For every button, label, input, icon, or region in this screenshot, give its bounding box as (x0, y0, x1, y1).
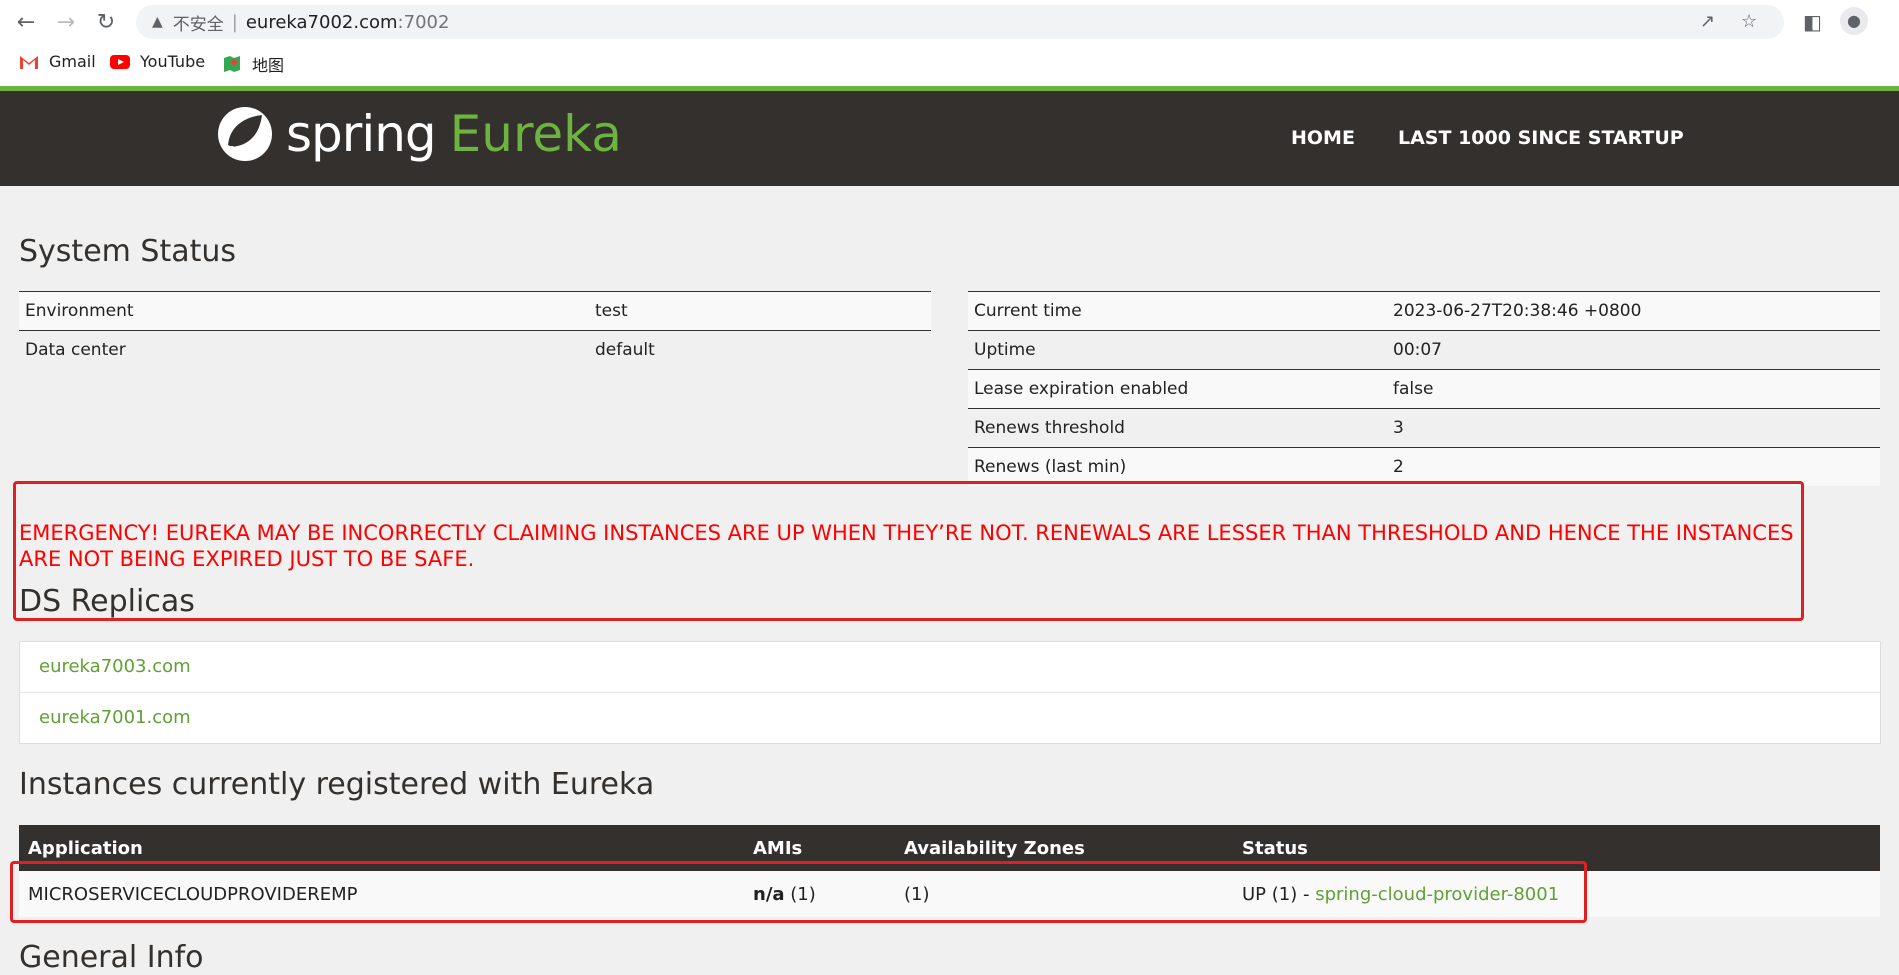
general-info-title: General Info (19, 940, 204, 975)
status-value: 2023-06-27T20:38:46 +0800 (1387, 291, 1880, 331)
status-value: default (589, 330, 931, 369)
url-port: :7002 (397, 11, 450, 33)
bookmark-label: Gmail (49, 52, 96, 71)
forward-arrow-icon[interactable]: → (52, 8, 80, 36)
insecure-label: 不安全 (172, 14, 224, 35)
status-key: Uptime (968, 330, 1387, 370)
system-status-left-table: Environment test Data center default (19, 291, 931, 369)
url-host: eureka7002.com (245, 11, 398, 33)
status-key: Renews threshold (968, 408, 1387, 448)
bookmark-star-icon[interactable]: ☆ (1741, 5, 1757, 39)
bookmark-gmail[interactable]: Gmail (19, 52, 96, 71)
profile-avatar-icon[interactable]: ● (1840, 7, 1868, 35)
reload-icon[interactable]: ↻ (92, 8, 120, 36)
warning-icon: ▲ (152, 14, 163, 30)
nav-last-1000[interactable]: LAST 1000 SINCE STARTUP (1398, 127, 1684, 149)
eureka-navbar: spring Eureka HOME LAST 1000 SINCE START… (0, 91, 1899, 186)
table-row: Uptime 00:07 (968, 330, 1880, 370)
nav-home[interactable]: HOME (1291, 127, 1355, 149)
emergency-warning: EMERGENCY! EUREKA MAY BE INCORRECTLY CLA… (19, 521, 1794, 571)
status-key: Current time (968, 291, 1387, 331)
logo-spring-text: spring (286, 105, 437, 163)
address-separator: | (231, 11, 238, 33)
share-icon[interactable]: ↗ (1700, 5, 1715, 39)
bookmark-label: YouTube (140, 52, 206, 71)
bookmark-youtube[interactable]: YouTube (110, 52, 205, 71)
status-value: 00:07 (1387, 330, 1880, 370)
table-row: Lease expiration enabled false (968, 369, 1880, 409)
replica-link[interactable]: eureka7001.com (20, 693, 1880, 743)
status-value: false (1387, 369, 1880, 409)
back-arrow-icon[interactable]: ← (12, 8, 40, 36)
browser-chrome: ← → ↻ ▲ 不安全 | eureka7002.com:7002 ↗ ☆ ◧ … (0, 0, 1899, 86)
instances-title: Instances currently registered with Eure… (19, 767, 655, 802)
table-row: Renews threshold 3 (968, 408, 1880, 448)
status-key: Lease expiration enabled (968, 369, 1387, 409)
ds-replicas-title: DS Replicas (19, 584, 195, 619)
table-row: Data center default (19, 330, 931, 369)
youtube-icon (110, 54, 130, 70)
status-value: 3 (1387, 408, 1880, 448)
bookmark-maps[interactable]: 地图 (222, 52, 284, 76)
spring-eureka-logo[interactable]: spring Eureka (216, 105, 622, 163)
table-row: Environment test (19, 291, 931, 331)
maps-icon (222, 56, 242, 72)
status-key: Environment (19, 291, 589, 331)
system-status-right-table: Current time 2023-06-27T20:38:46 +0800 U… (968, 291, 1880, 486)
replica-link[interactable]: eureka7003.com (20, 642, 1880, 693)
side-panel-icon[interactable]: ◧ (1803, 10, 1822, 34)
system-status-title: System Status (19, 234, 237, 269)
ds-replicas-list: eureka7003.com eureka7001.com (19, 641, 1881, 744)
status-key: Data center (19, 330, 589, 369)
address-bar[interactable]: ▲ 不安全 | eureka7002.com:7002 ↗ ☆ (136, 5, 1784, 39)
spring-leaf-icon (218, 107, 272, 161)
bookmark-label: 地图 (252, 56, 285, 75)
instance-highlight-box (10, 861, 1587, 923)
status-value: test (589, 291, 931, 331)
table-row: Current time 2023-06-27T20:38:46 +0800 (968, 291, 1880, 331)
logo-eureka-text: Eureka (449, 105, 622, 163)
gmail-icon (19, 54, 39, 70)
